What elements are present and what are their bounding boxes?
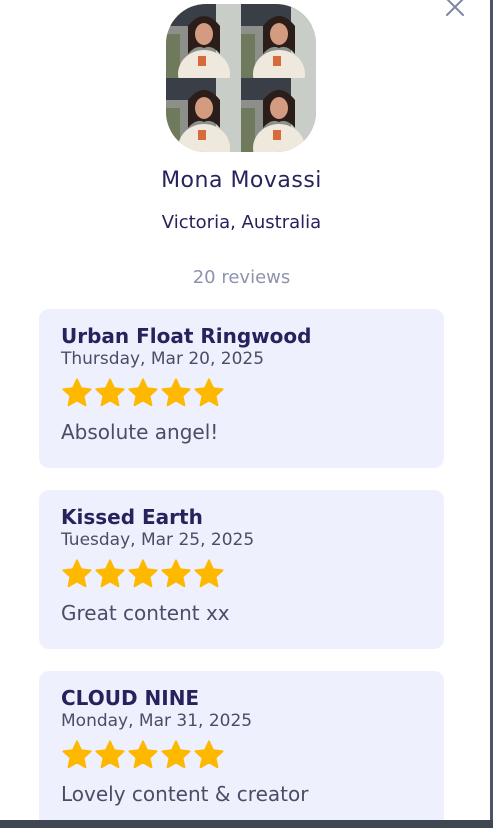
avatar-photo-tile <box>241 78 316 152</box>
star-icon <box>95 378 125 407</box>
avatar-photo-tile <box>166 78 241 152</box>
avatar-photo-tile <box>241 4 316 78</box>
star-icon <box>95 559 125 588</box>
review-venue: Urban Float Ringwood <box>61 324 312 348</box>
review-date: Monday, Mar 31, 2025 <box>61 711 253 731</box>
star-rating <box>61 739 225 771</box>
star-icon <box>128 378 158 407</box>
star-icon <box>128 740 158 769</box>
star-icon <box>194 378 224 407</box>
star-icon <box>194 559 224 588</box>
review-date: Thursday, Mar 20, 2025 <box>61 349 265 369</box>
star-icon <box>62 378 92 407</box>
reviews-count: 20 reviews <box>192 267 291 288</box>
profile-panel: Mona Movassi Victoria, Australia 20 revi… <box>0 0 490 820</box>
star-icon <box>128 559 158 588</box>
window-bottom-edge <box>0 820 493 828</box>
star-icon <box>161 378 191 407</box>
star-icon <box>62 740 92 769</box>
star-icon <box>194 740 224 769</box>
review-card: Kissed Earth Tuesday, Mar 25, 2025 Great… <box>39 490 444 649</box>
review-card: CLOUD NINE Monday, Mar 31, 2025 Lovely c… <box>39 671 444 820</box>
star-icon <box>95 740 125 769</box>
close-icon <box>446 0 464 16</box>
close-button[interactable] <box>442 0 468 20</box>
star-rating <box>61 558 225 590</box>
review-card: Urban Float Ringwood Thursday, Mar 20, 2… <box>39 309 444 468</box>
avatar <box>166 4 316 152</box>
review-text: Lovely content & creator <box>61 782 309 806</box>
review-text: Great content xx <box>61 601 230 625</box>
star-rating <box>61 377 225 409</box>
avatar-photo-tile <box>166 4 241 78</box>
profile-name: Mona Movassi <box>161 168 322 193</box>
review-venue: CLOUD NINE <box>61 686 200 710</box>
review-venue: Kissed Earth <box>61 505 203 529</box>
profile-location: Victoria, Australia <box>161 212 322 233</box>
star-icon <box>62 559 92 588</box>
star-icon <box>161 559 191 588</box>
app-frame: Mona Movassi Victoria, Australia 20 revi… <box>0 0 493 828</box>
review-text: Absolute angel! <box>61 420 219 444</box>
review-date: Tuesday, Mar 25, 2025 <box>61 530 255 550</box>
star-icon <box>161 740 191 769</box>
